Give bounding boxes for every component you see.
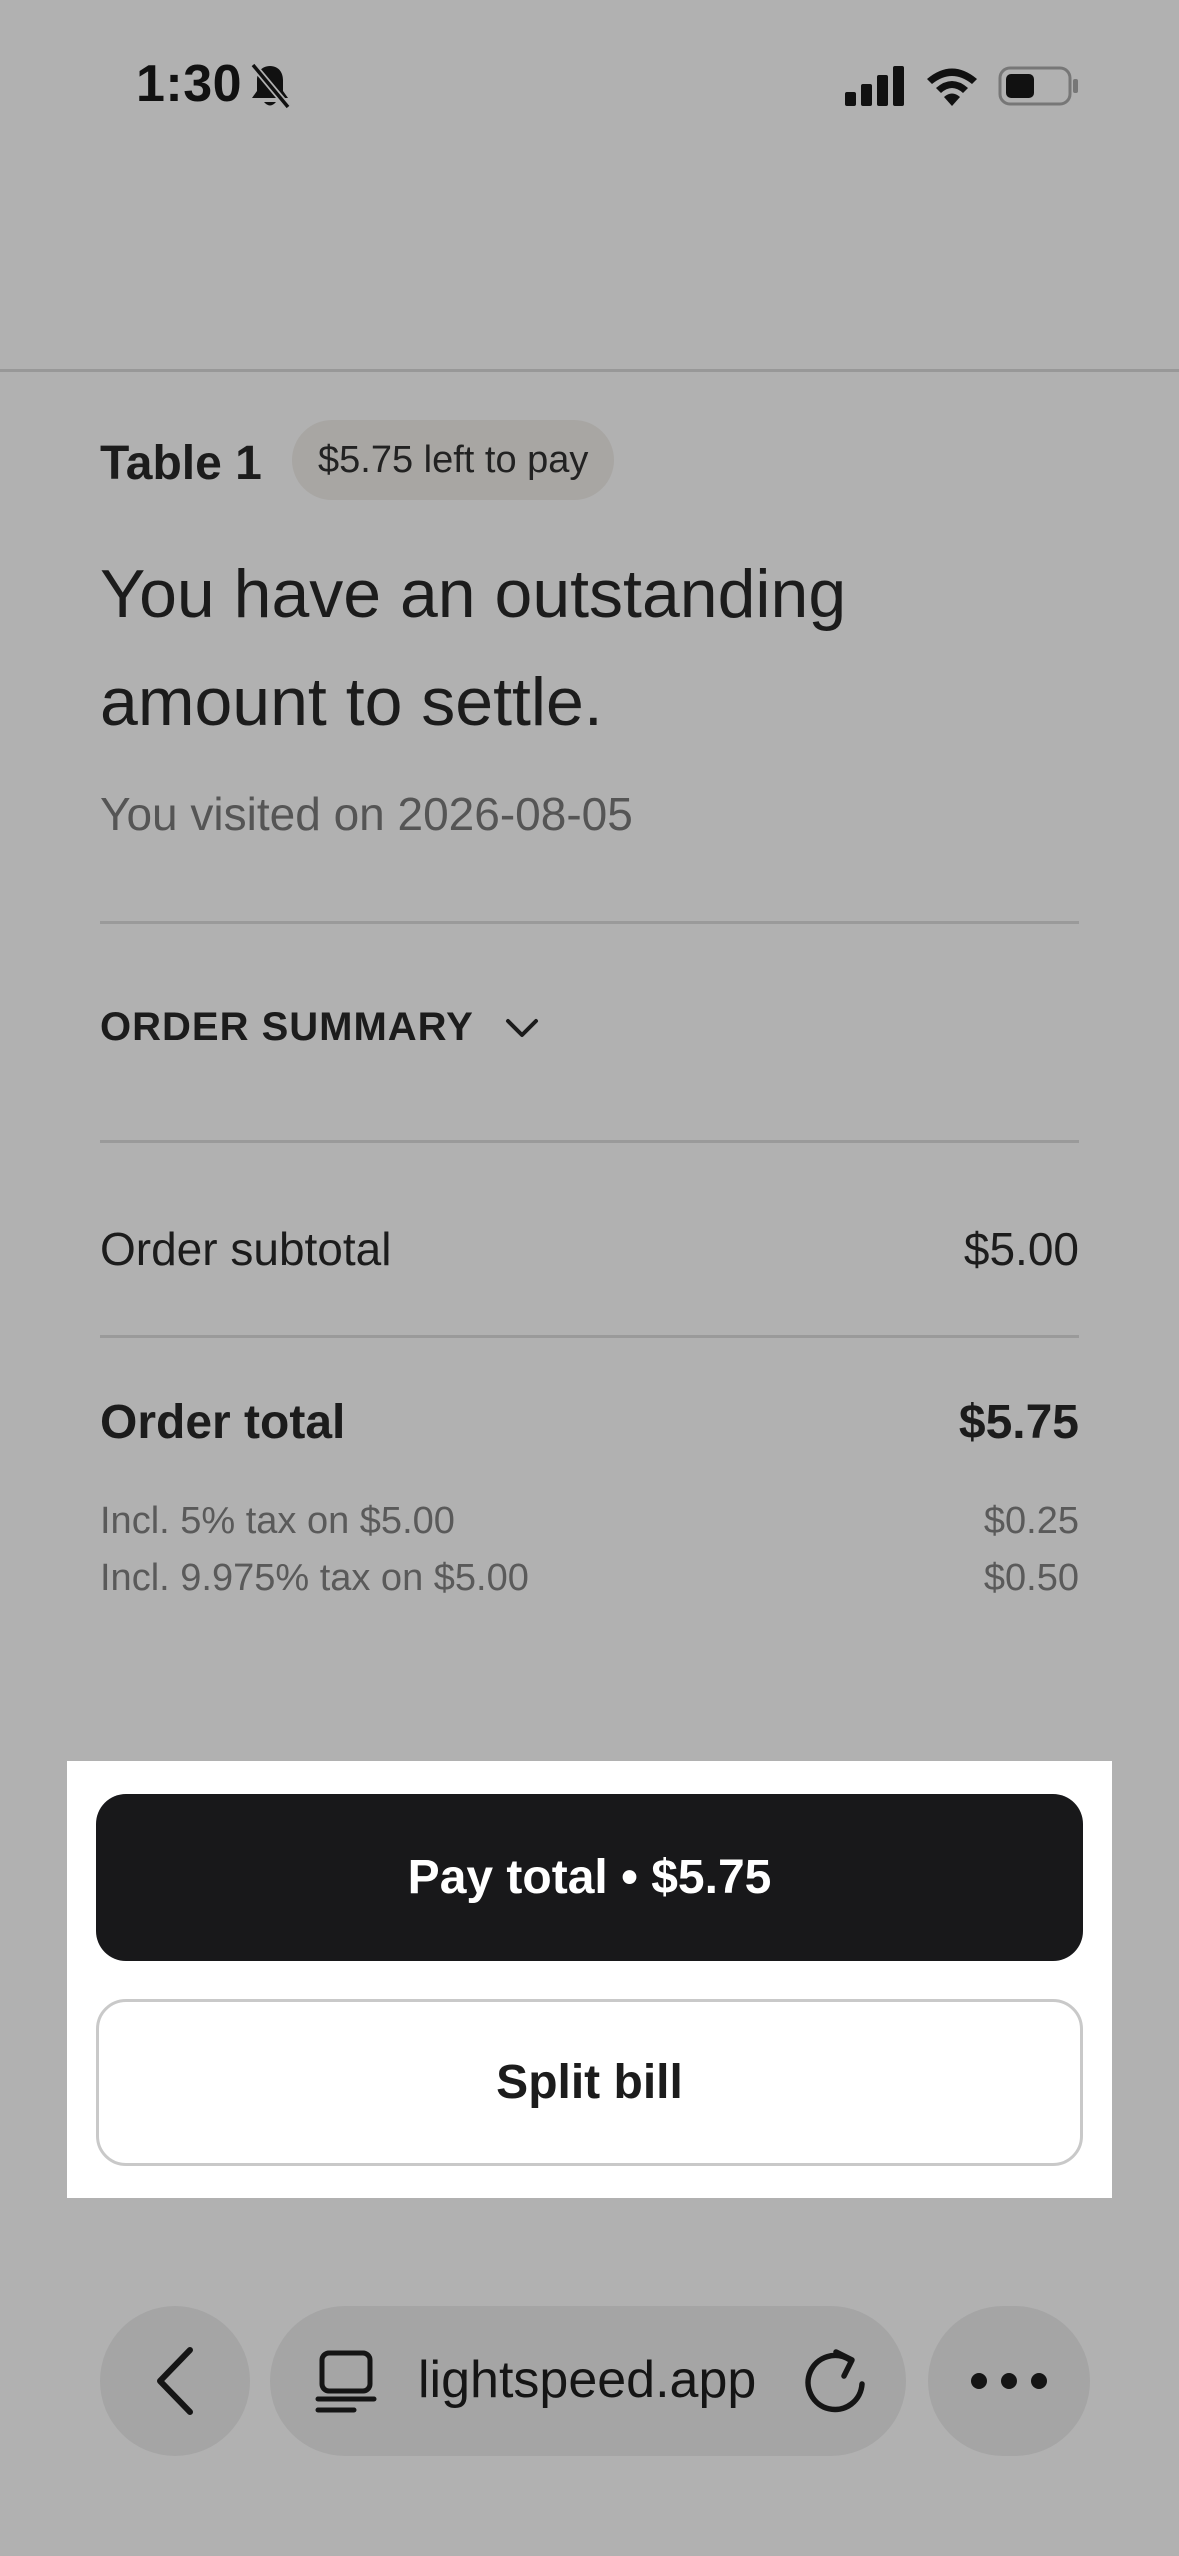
pay-total-button[interactable]: Pay total • $5.75 — [96, 1794, 1083, 1961]
tax-value: $0.25 — [983, 1500, 1079, 1542]
url-text: lightspeed.app — [418, 2351, 757, 2409]
subtotal-label: Order subtotal — [100, 1223, 392, 1275]
tax-row: Incl. 5% tax on $5.00 $0.25 — [100, 1500, 1079, 1543]
split-bill-button[interactable]: Split bill — [96, 1999, 1083, 2166]
reload-icon[interactable] — [802, 2346, 872, 2418]
total-row: Order total $5.75 — [100, 1395, 1079, 1450]
total-label: Order total — [100, 1396, 346, 1449]
tax-row: Incl. 9.975% tax on $5.00 $0.50 — [100, 1557, 1079, 1600]
wifi-icon — [927, 68, 977, 106]
status-time: 1:30 — [136, 55, 243, 113]
order-summary-toggle[interactable]: ORDER SUMMARY — [100, 1005, 542, 1050]
subtotal-value: $5.00 — [963, 1223, 1079, 1275]
table-label: Table 1 — [100, 437, 262, 490]
subtotal-row: Order subtotal $5.00 — [100, 1222, 1079, 1276]
battery-icon — [998, 66, 1078, 106]
total-value: $5.75 — [958, 1396, 1079, 1449]
status-bar: 1:30 — [0, 0, 1179, 175]
tax-label: Incl. 5% tax on $5.00 — [100, 1500, 455, 1542]
back-icon — [157, 2347, 193, 2415]
cellular-signal-icon — [845, 66, 904, 106]
divider — [100, 921, 1079, 924]
left-to-pay-badge: $5.75 left to pay — [292, 420, 615, 500]
tabs-icon — [315, 2350, 377, 2413]
page-title: You have an outstanding amount to settle… — [100, 556, 847, 740]
chevron-down-icon — [505, 1018, 538, 1037]
more-icon — [971, 2373, 1047, 2389]
action-panel: Pay total • $5.75 Split bill — [67, 1761, 1112, 2198]
visit-date: You visited on 2026-08-05 — [100, 788, 633, 840]
tax-label: Incl. 9.975% tax on $5.00 — [100, 1557, 529, 1599]
address-bar[interactable]: lightspeed.app — [270, 2306, 906, 2456]
order-summary-label: ORDER SUMMARY — [100, 1005, 474, 1049]
bell-slash-icon — [250, 62, 291, 110]
header-divider — [0, 369, 1179, 372]
more-button[interactable] — [928, 2306, 1090, 2456]
divider — [100, 1335, 1079, 1338]
tax-value: $0.50 — [983, 1557, 1079, 1599]
back-button[interactable] — [100, 2306, 250, 2456]
divider — [100, 1140, 1079, 1143]
